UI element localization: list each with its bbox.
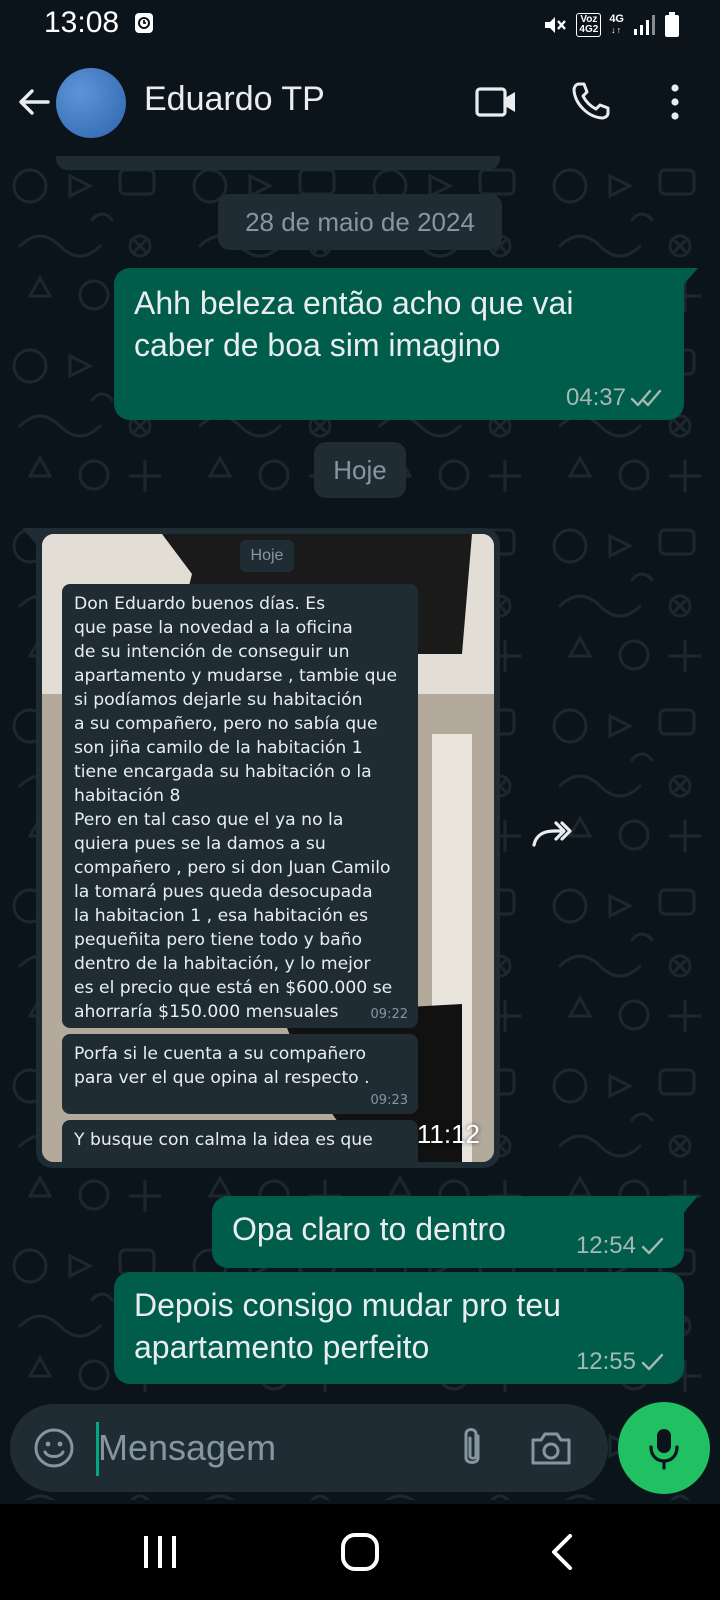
avatar[interactable] xyxy=(56,68,126,138)
message-time: 12:54 xyxy=(575,1232,636,1259)
chat-header: Eduardo TP xyxy=(0,50,720,156)
status-time: 13:08 xyxy=(44,6,120,39)
message-meta: 12:54 xyxy=(576,1232,666,1260)
message-bubble-outgoing[interactable]: Opa claro to dentro 12:54 xyxy=(212,1196,698,1268)
home-icon[interactable] xyxy=(340,1532,380,1572)
message-text: Opa claro to dentro xyxy=(232,1211,506,1247)
phone-icon[interactable] xyxy=(570,80,612,122)
emoji-icon[interactable] xyxy=(32,1426,76,1470)
mute-icon xyxy=(545,17,567,33)
screenshot-message-text: Y busque con calma la idea es que xyxy=(74,1130,373,1150)
message-bubble-outgoing[interactable]: Ahh beleza então acho que vai caber de b… xyxy=(114,268,698,420)
screenshot-message-time: 09:22 xyxy=(370,1007,408,1022)
message-time: 12:55 xyxy=(575,1348,636,1375)
bubble-tail xyxy=(684,1196,698,1212)
screenshot-message-text: Don Eduardo buenos días. Es que pase la … xyxy=(74,594,398,1022)
alarm-icon xyxy=(135,13,153,33)
message-input[interactable] xyxy=(98,1416,418,1480)
arrow-left-icon[interactable] xyxy=(14,82,54,122)
screenshot-message-time: 09:23 xyxy=(370,1093,408,1108)
volte-badge: Voz 4G2 xyxy=(576,13,602,37)
screenshot-date-chip: Hoje xyxy=(240,540,294,572)
message-image[interactable]: Hoje Don Eduardo buenos días. Es que pas… xyxy=(42,534,494,1162)
system-navigation-bar xyxy=(0,1504,720,1600)
network-type-icon: 4G ↓↑ xyxy=(609,13,624,36)
microphone-icon xyxy=(649,1429,679,1470)
video-camera-icon[interactable] xyxy=(474,82,518,122)
message-meta: 12:55 xyxy=(576,1348,666,1376)
contact-name[interactable]: Eduardo TP xyxy=(144,80,325,119)
single-check-icon xyxy=(641,1237,664,1255)
status-bar: 13:08 Voz 4G2 4G ↓↑ xyxy=(0,0,720,50)
camera-icon[interactable] xyxy=(528,1428,574,1468)
date-chip: 28 de maio de 2024 xyxy=(218,194,502,250)
recent-apps-icon[interactable] xyxy=(140,1534,180,1570)
screenshot-message-bubble: Porfa si le cuenta a su compañero para v… xyxy=(62,1034,418,1114)
previous-message-edge xyxy=(56,156,500,170)
bubble-tail xyxy=(684,268,698,284)
message-bubble-incoming-image[interactable]: Hoje Don Eduardo buenos días. Es que pas… xyxy=(22,528,500,1168)
voice-message-button[interactable] xyxy=(618,1402,710,1494)
forward-icon xyxy=(532,821,572,847)
message-time: 11:12 xyxy=(416,1119,480,1149)
screenshot-message-text: Porfa si le cuenta a su compañero para v… xyxy=(74,1044,370,1088)
single-check-icon xyxy=(641,1353,664,1371)
signal-icon xyxy=(634,15,655,35)
paperclip-icon[interactable] xyxy=(452,1424,492,1472)
chat-area[interactable]: 28 de maio de 2024 Ahh beleza então acho… xyxy=(0,156,720,1500)
message-bubble-outgoing[interactable]: Depois consigo mudar pro teu apartamento… xyxy=(114,1272,684,1384)
battery-icon xyxy=(665,12,679,37)
back-chevron-icon[interactable] xyxy=(548,1532,576,1572)
message-text: Depois consigo mudar pro teu apartamento… xyxy=(134,1287,561,1365)
message-composer xyxy=(10,1404,608,1492)
status-icons: Voz 4G2 4G ↓↑ xyxy=(542,10,680,40)
message-text: Ahh beleza então acho que vai caber de b… xyxy=(134,285,574,363)
more-vertical-icon[interactable] xyxy=(660,80,690,124)
date-chip: Hoje xyxy=(314,442,406,498)
double-check-icon xyxy=(630,389,662,407)
screenshot-message-bubble: Don Eduardo buenos días. Es que pase la … xyxy=(62,584,418,1028)
screenshot-message-bubble: Y busque con calma la idea es que xyxy=(62,1120,418,1162)
bubble-tail xyxy=(22,528,36,544)
forward-button[interactable] xyxy=(520,802,584,866)
message-time: 04:37 xyxy=(565,384,626,411)
message-meta: 04:37 xyxy=(566,384,666,412)
